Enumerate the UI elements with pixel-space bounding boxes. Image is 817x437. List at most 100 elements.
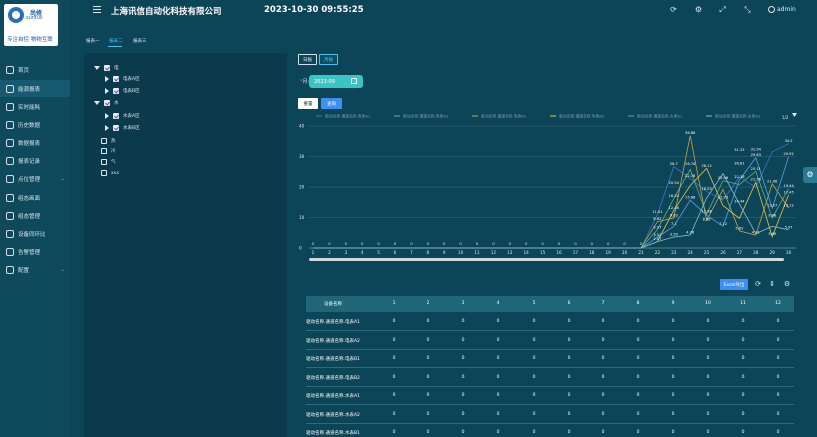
column-header-day[interactable]: 2 <box>408 301 448 306</box>
table-row[interactable]: 驱动名称.通道名称.水表A2 0 0 0 0 0 0 0 0 0 0 0 0 <box>306 406 794 424</box>
table-row[interactable]: 驱动名称.通道名称.水表A1 0 0 0 0 0 0 0 0 0 0 0 0 <box>306 387 794 405</box>
column-header-day[interactable]: 12 <box>758 301 798 306</box>
chart-legend: 驱动名称.通道名称.电表A1 驱动名称.通道名称.电表A2 驱动名称.通道名称.电表… <box>316 114 761 119</box>
monthly-report-button[interactable]: 月报 <box>319 54 338 65</box>
column-header-day[interactable]: 11 <box>723 301 763 306</box>
tree-node[interactable]: 水表A区 <box>104 112 140 120</box>
column-header-day[interactable]: 4 <box>478 301 518 306</box>
tree-checkbox[interactable] <box>113 88 119 94</box>
settings-icon[interactable]: ⚙ <box>783 280 791 288</box>
sidebar-item-6[interactable]: 点位管理 ⌄ <box>0 170 70 187</box>
gear-icon[interactable]: ⚙ <box>694 5 703 14</box>
daily-report-button[interactable]: 日报 <box>298 54 317 65</box>
legend-item[interactable]: 驱动名称.通道名称.电表B2 <box>559 114 605 119</box>
table-row[interactable]: 驱动名称.通道名称.水表B1 0 0 0 0 0 0 0 0 0 0 0 0 <box>306 424 794 437</box>
tree-node[interactable]: 水表B区 <box>104 124 140 132</box>
table-row[interactable]: 驱动名称.通道名称.电表B2 0 0 0 0 0 0 0 0 0 0 0 0 <box>306 369 794 387</box>
column-header-day[interactable]: 5 <box>514 301 554 306</box>
column-header-day[interactable]: 9 <box>653 301 693 306</box>
expand-icon[interactable]: ⤡ <box>743 5 752 14</box>
sidebar-item-11[interactable]: 配置 ⌄ <box>0 261 70 278</box>
tree-checkbox[interactable] <box>104 65 110 71</box>
legend-item[interactable]: 驱动名称.通道名称.电表A2 <box>403 114 449 119</box>
caret-right-icon[interactable] <box>105 76 109 82</box>
tree-node[interactable]: 电表B区 <box>104 87 140 95</box>
sidebar-item-2[interactable]: 实时能耗 <box>0 98 70 115</box>
tree-checkbox[interactable] <box>101 159 107 165</box>
legend-item[interactable]: 驱动名称.通道名称.电表A1 <box>325 114 371 119</box>
sidebar-item-1[interactable]: 能源报表 <box>0 80 70 97</box>
tree-node[interactable]: 电表A区 <box>104 75 140 83</box>
legend-next-icon[interactable] <box>792 113 797 117</box>
caret-right-icon[interactable] <box>105 125 109 131</box>
column-header-day[interactable]: 8 <box>618 301 658 306</box>
tree-node[interactable]: xxx <box>101 169 119 177</box>
excel-export-button[interactable]: Excel导出 <box>720 279 748 290</box>
tree-node[interactable]: 气 <box>101 158 116 166</box>
tab-report-3[interactable]: 报表三 <box>133 38 147 44</box>
month-label: *月: <box>300 78 309 85</box>
series-line[interactable] <box>313 168 789 249</box>
tree-node[interactable]: 冷 <box>101 147 116 155</box>
floating-settings-icon[interactable]: ⚙ <box>803 167 817 183</box>
nav-item-icon <box>6 265 14 274</box>
tree-checkbox[interactable] <box>101 148 107 154</box>
legend-item[interactable]: 驱动名称.通道名称.水表A1 <box>637 114 683 119</box>
month-picker[interactable]: 2023-09 <box>309 75 363 88</box>
tree-checkbox[interactable] <box>101 170 107 176</box>
table-row[interactable]: 驱动名称.通道名称.电表A2 0 0 0 0 0 0 0 0 0 0 0 0 <box>306 332 794 350</box>
tree-node-label: 电 <box>114 66 119 71</box>
tree-node[interactable]: 水 <box>94 99 119 107</box>
tree-node[interactable]: 电 <box>94 64 119 72</box>
tree-node[interactable]: 热 <box>101 137 116 145</box>
tab-report-1[interactable]: 报表一 <box>86 38 100 44</box>
chart-zoom-slider[interactable] <box>309 258 784 261</box>
sidebar-item-8[interactable]: 组态管理 <box>0 207 70 224</box>
column-header-day[interactable]: 7 <box>583 301 623 306</box>
column-header-day[interactable]: 10 <box>688 301 728 306</box>
tab-active-indicator <box>108 46 122 47</box>
legend-item[interactable]: 驱动名称.通道名称.水表A2 <box>715 114 761 119</box>
table-row[interactable]: 驱动名称.通道名称.电表B1 0 0 0 0 0 0 0 0 0 0 0 0 <box>306 350 794 368</box>
caret-right-icon[interactable] <box>105 88 109 94</box>
fullscreen-icon[interactable]: ⤢ <box>718 5 727 14</box>
sidebar-item-7[interactable]: 组态画面 <box>0 189 70 206</box>
refresh-icon[interactable]: ⟳ <box>754 280 762 288</box>
tree-checkbox[interactable] <box>101 138 107 144</box>
menu-icon[interactable] <box>93 6 101 13</box>
data-label: 26.12 <box>701 164 711 168</box>
column-height-icon[interactable]: ⇕ <box>768 280 776 288</box>
value-cell: 0 <box>776 374 780 380</box>
legend-page-indicator[interactable]: 1/2 <box>782 115 789 120</box>
refresh-icon[interactable]: ⟳ <box>669 5 678 14</box>
data-label: 3.52 <box>653 233 661 237</box>
tree-checkbox[interactable] <box>104 100 110 106</box>
data-label: 7.12 <box>719 222 727 226</box>
caret-down-icon[interactable] <box>94 66 100 70</box>
sidebar-item-4[interactable]: 数据报表 <box>0 134 70 151</box>
sidebar-item-10[interactable]: 告警管理 <box>0 243 70 260</box>
username[interactable]: admin <box>777 6 796 13</box>
sidebar-item-9[interactable]: 设备同环比 <box>0 225 70 242</box>
column-header-day[interactable]: 3 <box>443 301 483 306</box>
nav-item-icon <box>6 174 14 183</box>
tree-checkbox[interactable] <box>113 76 119 82</box>
sidebar-item-0[interactable]: 首页 <box>0 61 70 78</box>
sidebar-item-3[interactable]: 历史数据 <box>0 116 70 133</box>
tab-report-2[interactable]: 报表二 <box>109 38 123 44</box>
data-label: 21.56 <box>751 178 762 182</box>
data-label: 0 <box>525 241 528 246</box>
caret-right-icon[interactable] <box>105 113 109 119</box>
caret-down-icon[interactable] <box>94 101 100 105</box>
tree-checkbox[interactable] <box>113 113 119 119</box>
series-line[interactable] <box>313 172 789 249</box>
series-line[interactable] <box>313 156 789 249</box>
user-avatar-icon[interactable] <box>768 6 775 13</box>
series-line[interactable] <box>313 167 789 249</box>
column-header-device[interactable]: 设备名称 <box>313 301 353 307</box>
tree-checkbox[interactable] <box>113 125 119 131</box>
data-label: 29.63 <box>751 153 761 157</box>
table-row[interactable]: 驱动名称.通道名称.电表A1 0 0 0 0 0 0 0 0 0 0 0 0 <box>306 313 794 331</box>
sidebar-item-5[interactable]: 报表记录 <box>0 152 70 169</box>
legend-item[interactable]: 驱动名称.通道名称.电表B1 <box>481 114 527 119</box>
